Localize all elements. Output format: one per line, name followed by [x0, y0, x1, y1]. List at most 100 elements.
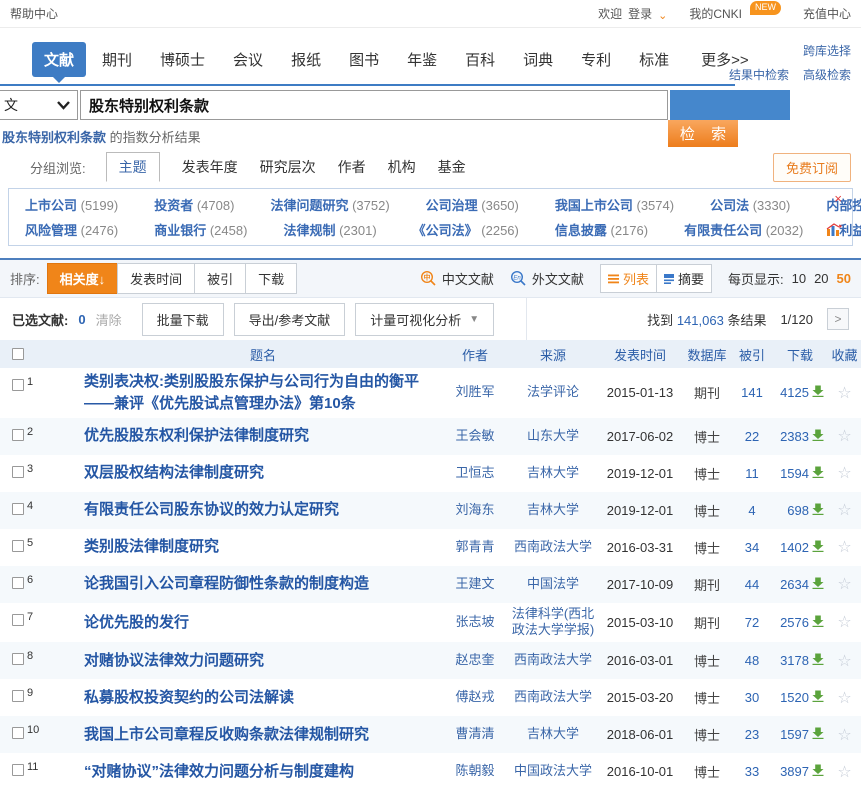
row-checkbox[interactable]	[12, 577, 24, 589]
download-icon-wrap[interactable]	[812, 615, 824, 630]
my-cnki-link[interactable]: 我的CNKI	[689, 5, 742, 22]
download-icon[interactable]	[812, 690, 824, 702]
topic-tag-我国上市公司[interactable]: 我国上市公司 (3574)	[555, 195, 674, 214]
nav-tab-会议[interactable]: 会议	[221, 42, 275, 77]
batch-download-button[interactable]: 批量下载	[142, 303, 224, 336]
clear-selection-link[interactable]: 清除	[96, 310, 122, 329]
topic-tag-公司法[interactable]: 公司法 (3330)	[710, 195, 790, 214]
row-checkbox[interactable]	[12, 503, 24, 515]
row-checkbox[interactable]	[12, 379, 24, 391]
index-analysis-link[interactable]: 股东特别权利条款	[2, 130, 106, 145]
doc-cited-count[interactable]: 48	[732, 653, 772, 668]
select-all-checkbox[interactable]	[12, 348, 24, 360]
doc-title-link[interactable]: “对赌协议”法律效力问题分析与制度建构	[84, 761, 442, 783]
sort-option-0[interactable]: 相关度↓	[47, 263, 119, 294]
doc-source-link[interactable]: 法律科学(西北政法大学学报)	[508, 606, 598, 640]
doc-download-count[interactable]: 3178	[780, 653, 809, 668]
nav-tab-报纸[interactable]: 报纸	[279, 42, 333, 77]
doc-author-link[interactable]: 郭青青	[442, 539, 508, 556]
row-checkbox[interactable]	[12, 466, 24, 478]
doc-title-link[interactable]: 论优先股的发行	[84, 612, 442, 634]
nav-tab-专利[interactable]: 专利	[569, 42, 623, 77]
doc-cited-count[interactable]: 33	[732, 764, 772, 779]
topic-tag-上市公司[interactable]: 上市公司 (5199)	[25, 195, 118, 214]
doc-title-link[interactable]: 有限责任公司股东协议的效力认定研究	[84, 499, 442, 521]
doc-title-link[interactable]: 对赌协议法律效力问题研究	[84, 650, 442, 672]
group-item-主题[interactable]: 主题	[106, 152, 160, 182]
download-icon-wrap[interactable]	[812, 727, 824, 742]
sort-option-2[interactable]: 被引	[194, 263, 246, 294]
doc-title-link[interactable]: 论我国引入公司章程防御性条款的制度构造	[84, 573, 442, 595]
row-checkbox[interactable]	[12, 727, 24, 739]
doc-download-count[interactable]: 1594	[780, 466, 809, 481]
doc-title-link[interactable]: 私募股权投资契约的公司法解读	[84, 687, 442, 709]
topic-tag-内部控制[interactable]: 内部控制 (3088)	[826, 195, 861, 214]
download-icon-wrap[interactable]	[812, 577, 824, 592]
sort-option-3[interactable]: 下载	[245, 263, 297, 294]
group-item-基金[interactable]: 基金	[438, 157, 466, 177]
nav-tab-词典[interactable]: 词典	[511, 42, 565, 77]
download-icon-wrap[interactable]	[812, 653, 824, 668]
next-page-button[interactable]: >	[827, 308, 849, 330]
doc-author-link[interactable]: 曹清清	[442, 726, 508, 743]
doc-title-link[interactable]: 我国上市公司章程反收购条款法律规制研究	[84, 724, 442, 746]
per-page-10[interactable]: 10	[792, 271, 806, 286]
favorite-star-icon[interactable]: ☆	[828, 463, 861, 483]
result-search-link[interactable]: 结果中检索	[729, 66, 789, 83]
favorite-star-icon[interactable]: ☆	[828, 762, 861, 782]
doc-source-link[interactable]: 中国政法大学	[508, 763, 598, 780]
doc-source-link[interactable]: 吉林大学	[508, 465, 598, 482]
doc-source-link[interactable]: 西南政法大学	[508, 652, 598, 669]
topic-tag-法律问题研究[interactable]: 法律问题研究 (3752)	[270, 195, 389, 214]
doc-download-count[interactable]: 1597	[780, 727, 809, 742]
search-field-selector[interactable]: 文	[0, 90, 78, 120]
download-icon[interactable]	[812, 764, 824, 776]
doc-author-link[interactable]: 傅赵戎	[442, 689, 508, 706]
doc-source-link[interactable]: 西南政法大学	[508, 539, 598, 556]
topic-tag-公司治理[interactable]: 公司治理 (3650)	[426, 195, 519, 214]
download-icon-wrap[interactable]	[812, 503, 824, 518]
export-reference-button[interactable]: 导出/参考文献	[234, 303, 346, 336]
doc-source-link[interactable]: 中国法学	[508, 576, 598, 593]
group-item-机构[interactable]: 机构	[388, 157, 416, 177]
foreign-literature-toggle[interactable]: En 外文文献	[510, 269, 584, 288]
download-icon[interactable]	[812, 385, 824, 397]
topic-tag-有限责任公司[interactable]: 有限责任公司 (2032)	[684, 220, 803, 239]
row-checkbox[interactable]	[12, 653, 24, 665]
doc-download-count[interactable]: 2576	[780, 615, 809, 630]
nav-tab-标准[interactable]: 标准	[627, 42, 681, 77]
doc-download-count[interactable]: 4125	[780, 385, 809, 400]
per-page-20[interactable]: 20	[814, 271, 828, 286]
download-icon[interactable]	[812, 429, 824, 441]
group-item-发表年度[interactable]: 发表年度	[182, 157, 238, 177]
row-checkbox[interactable]	[12, 429, 24, 441]
login-link[interactable]: 登录	[628, 5, 652, 22]
topic-tag-商业银行[interactable]: 商业银行 (2458)	[154, 220, 247, 239]
group-item-研究层次[interactable]: 研究层次	[260, 157, 316, 177]
topic-tag-《公司法》[interactable]: 《公司法》 (2256)	[413, 220, 519, 239]
doc-title-link[interactable]: 优先股股东权利保护法律制度研究	[84, 425, 442, 447]
download-icon[interactable]	[812, 503, 824, 515]
free-subscribe-button[interactable]: 免费订阅	[773, 153, 851, 182]
download-icon-wrap[interactable]	[812, 690, 824, 705]
doc-title-link[interactable]: 类别表决权:类别股股东保护与公司行为自由的衡平——兼评《优先股试点管理办法》第1…	[84, 371, 442, 415]
topic-tag-风险管理[interactable]: 风险管理 (2476)	[25, 220, 118, 239]
favorite-star-icon[interactable]: ☆	[828, 688, 861, 708]
search-input[interactable]	[80, 90, 668, 120]
doc-cited-count[interactable]: 34	[732, 540, 772, 555]
view-list-button[interactable]: 列表	[601, 265, 656, 292]
row-checkbox[interactable]	[12, 540, 24, 552]
sort-option-1[interactable]: 发表时间	[117, 263, 195, 294]
doc-author-link[interactable]: 卫恒志	[442, 465, 508, 482]
favorite-star-icon[interactable]: ☆	[828, 537, 861, 557]
view-abstract-button[interactable]: 摘要	[656, 265, 711, 292]
favorite-star-icon[interactable]: ☆	[828, 612, 861, 632]
nav-tab-百科[interactable]: 百科	[453, 42, 507, 77]
topic-tag-投资者[interactable]: 投资者 (4708)	[154, 195, 234, 214]
download-icon[interactable]	[812, 540, 824, 552]
doc-author-link[interactable]: 王建文	[442, 576, 508, 593]
doc-cited-count[interactable]: 72	[732, 615, 772, 630]
favorite-star-icon[interactable]: ☆	[828, 500, 861, 520]
nav-tab-年鉴[interactable]: 年鉴	[395, 42, 449, 77]
doc-source-link[interactable]: 西南政法大学	[508, 689, 598, 706]
